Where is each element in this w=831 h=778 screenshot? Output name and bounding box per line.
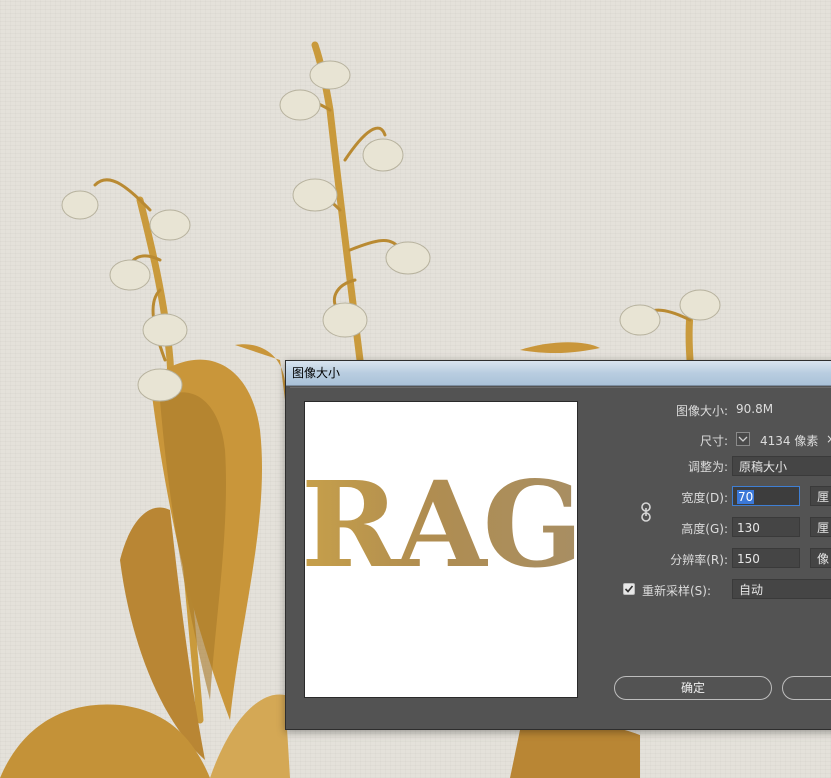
dimensions-value: 4134 像素 — [760, 434, 819, 448]
preview-text: RAG — [305, 450, 577, 600]
height-label: 高度(G): — [681, 522, 728, 536]
image-size-label: 图像大小: — [675, 404, 728, 418]
resolution-unit-select[interactable]: 像 — [810, 548, 831, 568]
fit-to-label: 调整为: — [687, 460, 728, 474]
resolution-label: 分辨率(R): — [670, 553, 728, 567]
height-input[interactable]: 130 — [732, 517, 800, 537]
cancel-button[interactable] — [782, 676, 831, 700]
height-unit-select[interactable]: 厘 — [810, 517, 831, 537]
image-size-value: 90.8M — [736, 402, 774, 416]
resolution-input[interactable]: 150 — [732, 548, 800, 568]
resample-label: 重新采样(S): — [642, 584, 712, 598]
dimensions-extra: × — [826, 432, 831, 446]
width-label: 宽度(D): — [681, 491, 728, 505]
dimensions-label: 尺寸: — [699, 434, 728, 448]
image-preview[interactable]: RAG — [304, 401, 578, 698]
chevron-down-icon — [738, 436, 748, 442]
resample-method-select[interactable]: 自动 — [732, 579, 831, 599]
dialog-body: RAG 图像大小: 90.8M 尺寸: 4134 像素 × 调整为: 原稿大小 … — [290, 387, 831, 726]
resample-checkbox[interactable] — [623, 583, 635, 595]
width-unit-select[interactable]: 厘 — [810, 486, 831, 506]
dimensions-toggle[interactable] — [736, 432, 750, 446]
ok-button[interactable]: 确定 — [614, 676, 772, 700]
image-size-dialog: 图像大小 RAG 图像大小: 90.8M 尺寸: 4134 像素 × 调整为: … — [285, 360, 831, 730]
width-input-value: 70 — [737, 490, 755, 504]
dialog-title: 图像大小 — [292, 366, 341, 380]
width-input[interactable]: 70 — [732, 486, 800, 506]
fit-to-select[interactable]: 原稿大小 — [732, 456, 831, 476]
dialog-title-bar[interactable]: 图像大小 — [286, 361, 831, 386]
checkmark-icon — [624, 585, 634, 593]
